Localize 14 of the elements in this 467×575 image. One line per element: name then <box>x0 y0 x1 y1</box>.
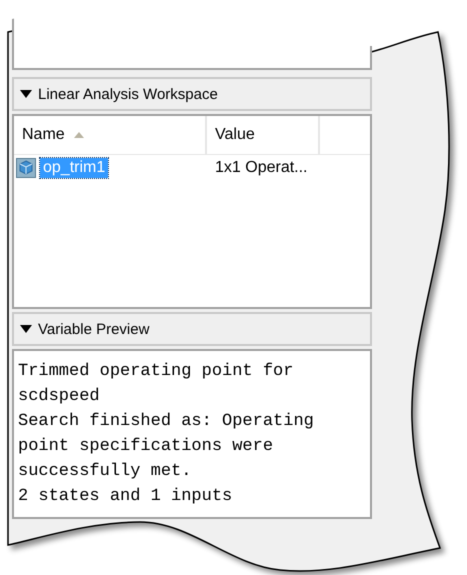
preview-line: Trimmed operating point for <box>18 361 294 383</box>
table-cell-text: 1x1 Operat... <box>214 159 308 177</box>
preview-line: Search finished as: Operating <box>18 411 315 433</box>
section-header[interactable]: Linear Analysis Workspace <box>12 77 372 111</box>
column-header[interactable]: Name <box>14 116 207 154</box>
column-header[interactable]: Value <box>207 116 320 154</box>
preview-line: successfully met. <box>18 461 192 483</box>
section-header[interactable]: Variable Preview <box>12 312 372 346</box>
preview-line: 2 states and 1 inputs <box>18 486 234 508</box>
collapse-arrow-icon <box>20 88 32 100</box>
collapse-arrow-icon <box>20 323 32 335</box>
cube-icon <box>16 158 36 178</box>
preview-line: point specifications were <box>18 436 274 458</box>
preview-line: scdspeed <box>18 386 101 408</box>
